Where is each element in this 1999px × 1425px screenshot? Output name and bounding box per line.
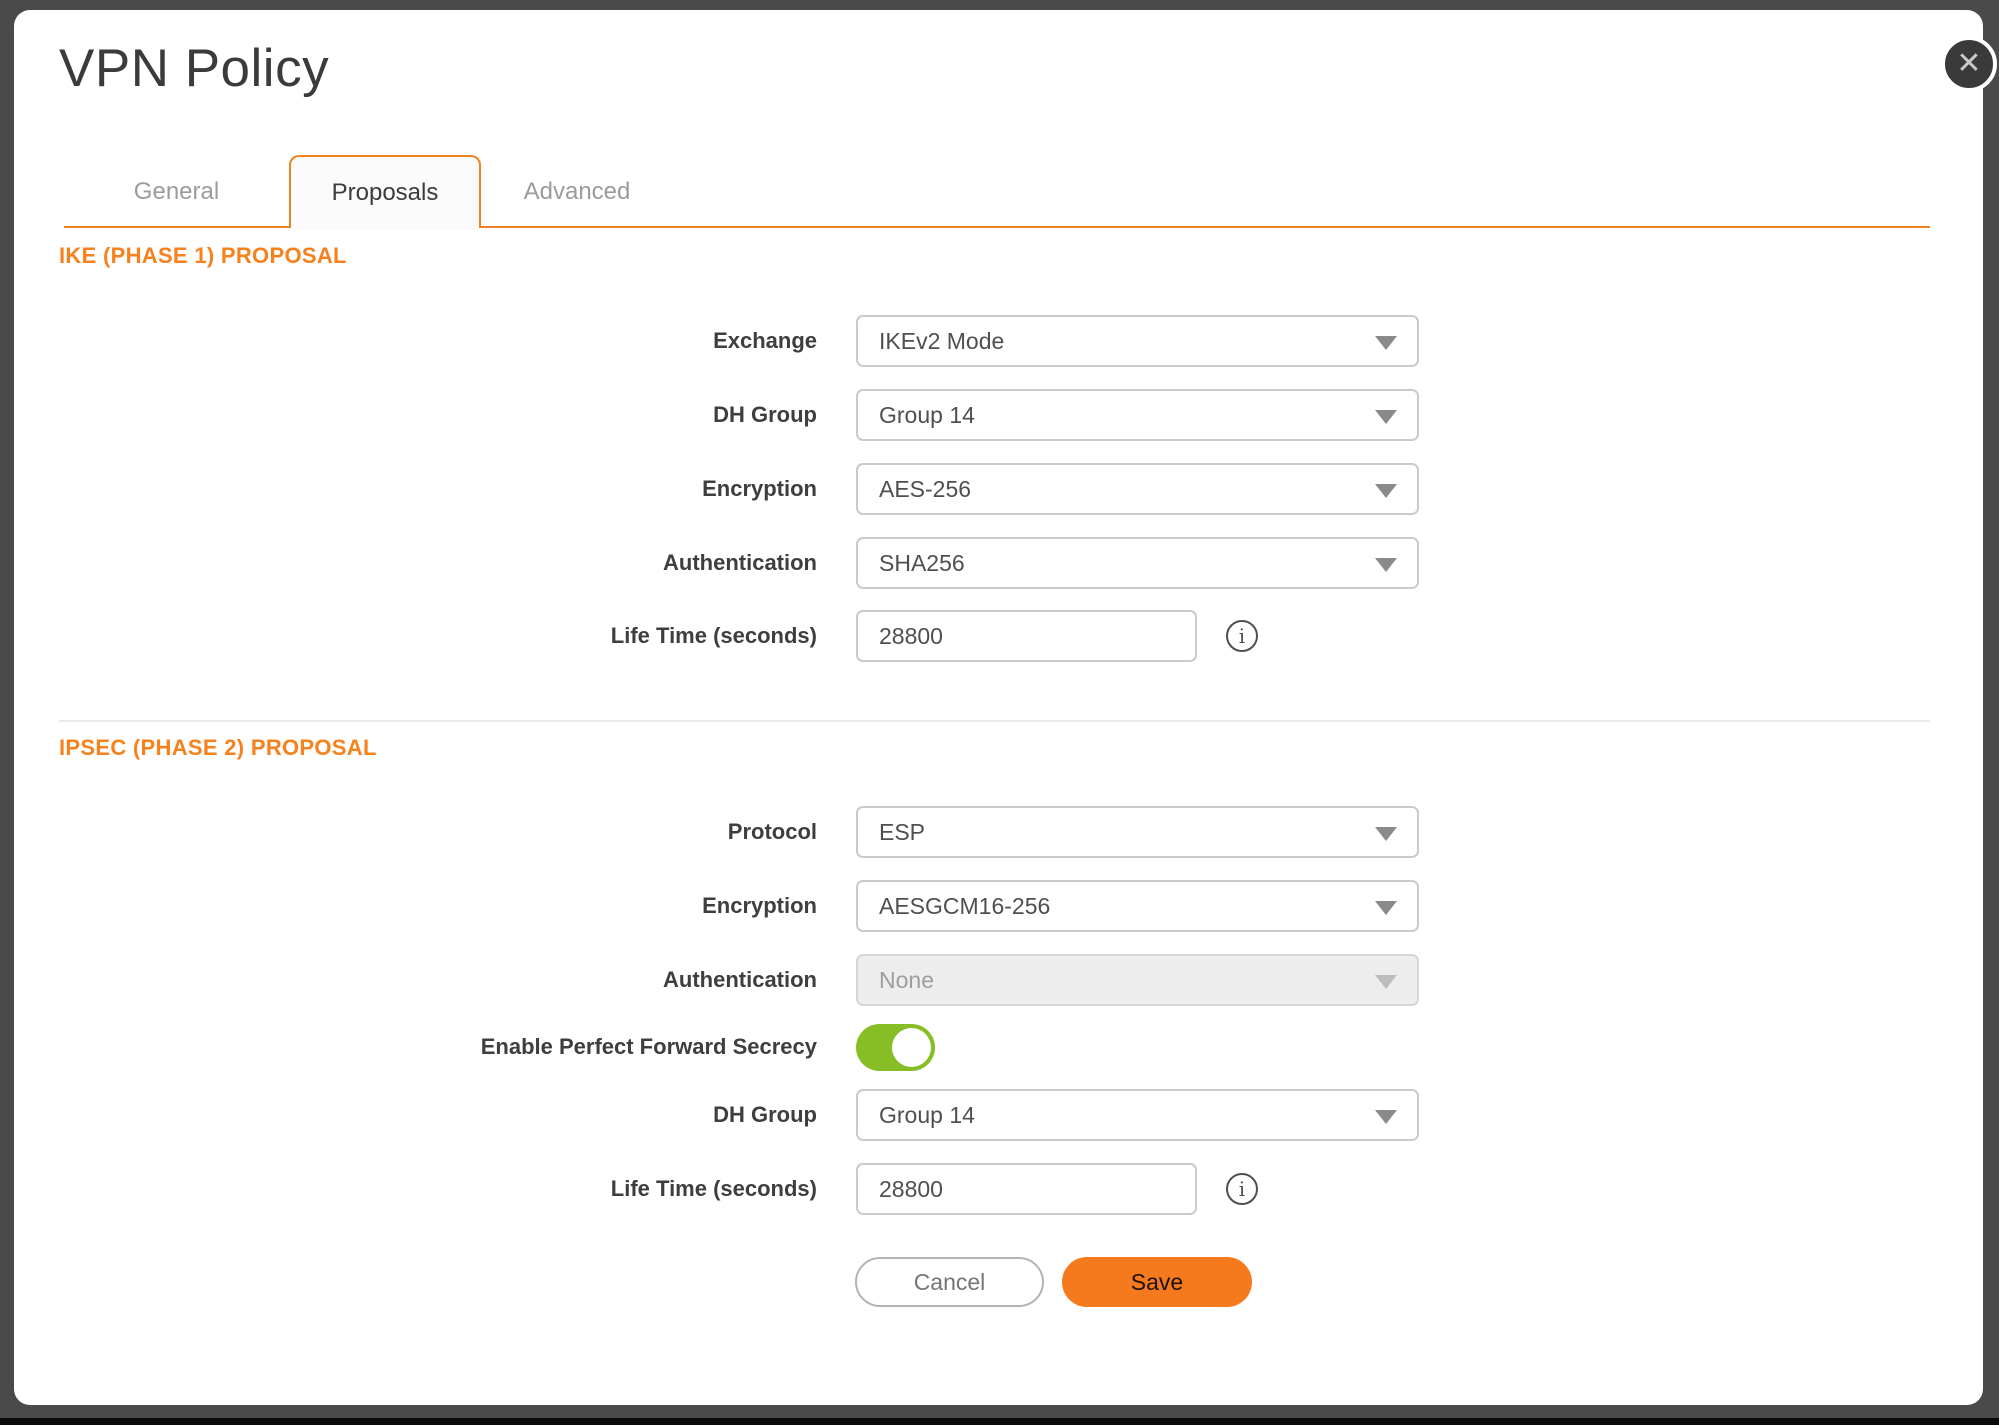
authentication-dropdown[interactable]: SHA256 bbox=[856, 537, 1419, 589]
tab-general[interactable]: General bbox=[64, 155, 289, 228]
tab-advanced-label: Advanced bbox=[524, 178, 631, 206]
encryption-phase2-label: Encryption bbox=[59, 893, 817, 919]
ike-phase1-heading: IKE (PHASE 1) PROPOSAL bbox=[59, 243, 347, 269]
encryption-label: Encryption bbox=[59, 476, 817, 502]
encryption-phase2-dropdown[interactable]: AESGCM16-256 bbox=[856, 880, 1419, 932]
page-title: VPN Policy bbox=[59, 38, 329, 99]
tab-proposals[interactable]: Proposals bbox=[289, 155, 481, 228]
authentication-label: Authentication bbox=[59, 550, 817, 576]
close-x-glyph: ✕ bbox=[1956, 49, 1981, 79]
encryption-value: AES-256 bbox=[879, 476, 971, 503]
life-time-phase2-label: Life Time (seconds) bbox=[59, 1176, 817, 1202]
dh-group-dropdown[interactable]: Group 14 bbox=[856, 389, 1419, 441]
dh-group-phase2-dropdown[interactable]: Group 14 bbox=[856, 1089, 1419, 1141]
save-button[interactable]: Save bbox=[1062, 1257, 1252, 1307]
life-time-label: Life Time (seconds) bbox=[59, 623, 817, 649]
life-time-row: Life Time (seconds) i bbox=[59, 610, 1258, 662]
pfs-toggle[interactable] bbox=[856, 1024, 935, 1071]
authentication-value: SHA256 bbox=[879, 550, 965, 577]
tab-general-label: General bbox=[134, 178, 219, 206]
chevron-down-icon bbox=[1375, 484, 1397, 498]
toggle-knob bbox=[892, 1028, 931, 1067]
protocol-dropdown[interactable]: ESP bbox=[856, 806, 1419, 858]
pfs-label: Enable Perfect Forward Secrecy bbox=[59, 1034, 817, 1060]
cancel-button[interactable]: Cancel bbox=[855, 1257, 1044, 1307]
life-time-phase2-row: Life Time (seconds) i bbox=[59, 1163, 1258, 1215]
authentication-row: Authentication SHA256 bbox=[59, 537, 1419, 589]
encryption-phase2-row: Encryption AESGCM16-256 bbox=[59, 880, 1419, 932]
authentication-phase2-value: None bbox=[879, 967, 934, 994]
encryption-dropdown[interactable]: AES-256 bbox=[856, 463, 1419, 515]
chevron-down-icon bbox=[1375, 336, 1397, 350]
tab-bar: General Proposals Advanced bbox=[64, 155, 1930, 228]
info-icon[interactable]: i bbox=[1226, 1173, 1258, 1205]
tab-advanced[interactable]: Advanced bbox=[481, 155, 673, 228]
chevron-down-icon bbox=[1375, 558, 1397, 572]
protocol-value: ESP bbox=[879, 819, 925, 846]
dh-group-value: Group 14 bbox=[879, 402, 975, 429]
section-divider bbox=[59, 720, 1930, 722]
info-icon[interactable]: i bbox=[1226, 620, 1258, 652]
tab-proposals-label: Proposals bbox=[332, 179, 439, 207]
life-time-phase2-input[interactable] bbox=[856, 1163, 1197, 1215]
chevron-down-icon bbox=[1375, 827, 1397, 841]
dh-group-row: DH Group Group 14 bbox=[59, 389, 1419, 441]
protocol-label: Protocol bbox=[59, 819, 817, 845]
chevron-down-icon bbox=[1375, 975, 1397, 989]
encryption-row: Encryption AES-256 bbox=[59, 463, 1419, 515]
exchange-dropdown[interactable]: IKEv2 Mode bbox=[856, 315, 1419, 367]
footer-actions: Cancel Save bbox=[855, 1257, 1252, 1307]
protocol-row: Protocol ESP bbox=[59, 806, 1419, 858]
chevron-down-icon bbox=[1375, 901, 1397, 915]
exchange-value: IKEv2 Mode bbox=[879, 328, 1004, 355]
life-time-input[interactable] bbox=[856, 610, 1197, 662]
ipsec-phase2-heading: IPSEC (PHASE 2) PROPOSAL bbox=[59, 735, 377, 761]
chevron-down-icon bbox=[1375, 410, 1397, 424]
authentication-phase2-row: Authentication None bbox=[59, 954, 1419, 1006]
dh-group-phase2-value: Group 14 bbox=[879, 1102, 975, 1129]
authentication-phase2-label: Authentication bbox=[59, 967, 817, 993]
vpn-policy-dialog: ✕ VPN Policy General Proposals Advanced … bbox=[14, 10, 1983, 1405]
encryption-phase2-value: AESGCM16-256 bbox=[879, 893, 1050, 920]
chevron-down-icon bbox=[1375, 1110, 1397, 1124]
dh-group-phase2-row: DH Group Group 14 bbox=[59, 1089, 1419, 1141]
pfs-row: Enable Perfect Forward Secrecy bbox=[59, 1021, 935, 1073]
dh-group-label: DH Group bbox=[59, 402, 817, 428]
close-icon[interactable]: ✕ bbox=[1941, 36, 1997, 92]
authentication-phase2-dropdown: None bbox=[856, 954, 1419, 1006]
exchange-row: Exchange IKEv2 Mode bbox=[59, 315, 1419, 367]
exchange-label: Exchange bbox=[59, 328, 817, 354]
dh-group-phase2-label: DH Group bbox=[59, 1102, 817, 1128]
